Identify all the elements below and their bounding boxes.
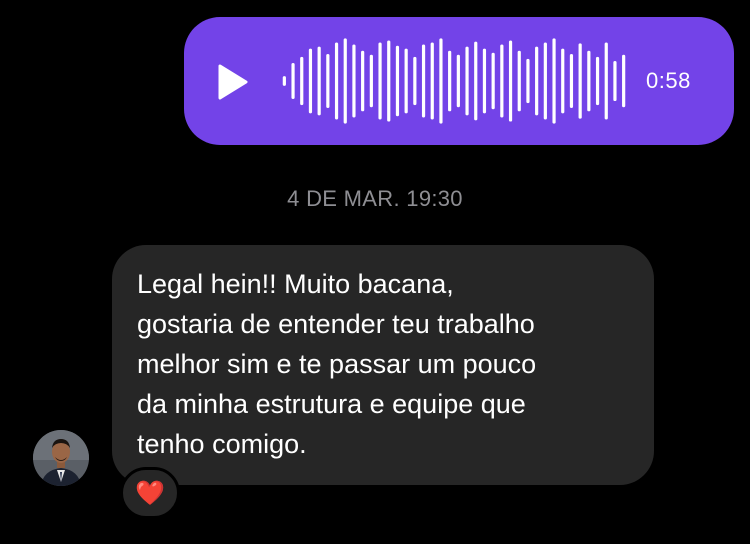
voice-duration: 0:58 (646, 68, 691, 93)
play-button[interactable] (212, 60, 252, 104)
avatar-icon (33, 430, 89, 486)
play-icon (218, 64, 248, 100)
audio-waveform[interactable] (280, 38, 628, 124)
heart-icon: ❤️ (135, 479, 165, 507)
heart-reaction[interactable]: ❤️ (120, 467, 180, 519)
message-timestamp: 4 DE MAR. 19:30 (287, 186, 463, 211)
message-text: Legal hein!! Muito bacana, gostaria de e… (137, 269, 537, 459)
sender-avatar[interactable] (33, 430, 89, 486)
